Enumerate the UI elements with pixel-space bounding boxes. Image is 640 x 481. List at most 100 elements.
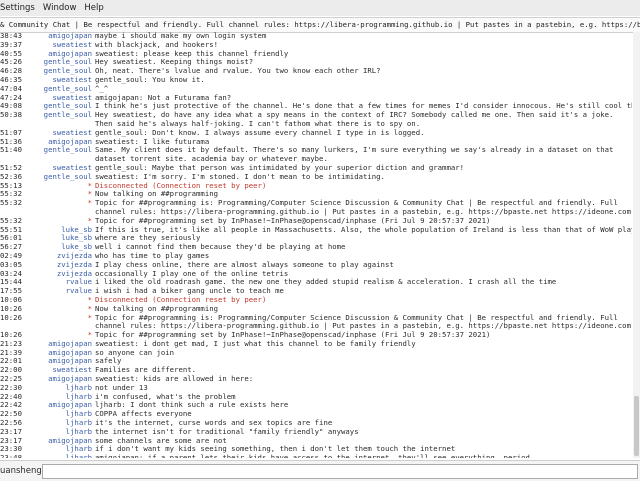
nick[interactable]: ljharb — [22, 410, 95, 419]
chat-line: 46:28]gentle_soulOh, neat. There's lvalu… — [0, 67, 632, 76]
timestamp: 47:04] — [0, 84, 22, 93]
channel-topic: & Community Chat | Be respectful and fri… — [0, 17, 640, 33]
nick[interactable]: rvalue — [22, 278, 95, 287]
timestamp: 23:30] — [0, 445, 22, 454]
nick[interactable]: gentle_soul — [22, 111, 95, 129]
menu-window[interactable]: Window — [39, 3, 81, 13]
nick[interactable]: * — [22, 182, 95, 191]
timestamp: 47:24] — [0, 93, 22, 102]
timestamp: 49:08] — [0, 102, 22, 111]
nick[interactable]: ljharb — [22, 445, 95, 454]
message-text: COPPA affects everyone — [95, 410, 192, 419]
timestamp: 03:24] — [0, 269, 22, 278]
chat-line: 47:04]gentle_soul^_^ — [0, 85, 632, 94]
nick[interactable]: * — [22, 331, 95, 340]
nick[interactable]: gentle_soul — [22, 85, 95, 94]
message-text: gentle_soul: You know it. — [95, 75, 205, 84]
nick[interactable]: zvijezda — [22, 270, 95, 279]
nick[interactable]: gentle_soul — [22, 58, 95, 67]
message-text: Disconnected (Connection reset by peer) — [95, 295, 267, 304]
timestamp: 10:06] — [0, 295, 22, 304]
chat-line: 22:50]ljharbCOPPA affects everyone — [0, 410, 632, 419]
nick[interactable]: sweatiest — [22, 366, 95, 375]
nick[interactable]: ljharb — [22, 419, 95, 428]
timestamp: 55:32] — [0, 216, 22, 225]
nick[interactable]: amigojapan — [22, 401, 95, 410]
timestamp: 38:43] — [0, 32, 22, 40]
message-text: ^_^ — [95, 84, 109, 93]
nick[interactable]: * — [22, 305, 95, 314]
chat-line: 21:39]amigojapanso anyone can join — [0, 349, 632, 358]
message-text: Oh, neat. There's lvalue and rvalue. You… — [95, 67, 381, 76]
nick[interactable]: sweatiest — [22, 41, 95, 50]
chat-line: 10:26]*Topic for ##programming is: Progr… — [0, 314, 632, 332]
nick[interactable]: luke_sb — [22, 234, 95, 243]
nick[interactable]: amigojapan — [22, 32, 95, 41]
chat-line: 51:36]amigojapansweatiest: I like futura… — [0, 138, 632, 147]
message-text: Now talking on ##programming — [95, 304, 219, 313]
nick[interactable]: * — [22, 296, 95, 305]
nick[interactable]: amigojapan — [22, 437, 95, 446]
nick[interactable]: zvijezda — [22, 252, 95, 261]
chat-line: 23:17]ljharbthe internet isn't for tradi… — [0, 428, 632, 437]
nick[interactable]: * — [22, 217, 95, 226]
nick[interactable]: sweatiest — [22, 94, 95, 103]
message-text: maybe i should make my own login system — [95, 32, 267, 40]
timestamp: 52:36] — [0, 172, 22, 181]
scrollbar-thumb[interactable] — [634, 396, 639, 456]
timestamp: 22:25] — [0, 375, 22, 384]
timestamp: 21:23] — [0, 339, 22, 348]
nick[interactable]: amigojapan — [22, 375, 95, 384]
nick[interactable]: amigojapan — [22, 138, 95, 147]
message-text: I think he's just protective of the chan… — [95, 102, 632, 111]
nick[interactable]: luke_sb — [22, 243, 95, 252]
nick[interactable]: amigojapan — [22, 340, 95, 349]
message-text: some channels are some are not — [95, 436, 227, 445]
timestamp: 51:07] — [0, 128, 22, 137]
message-text: gentle_soul: Maybe that person was intim… — [95, 163, 465, 172]
chat-line: 52:36]gentle_soulsweatiest: I'm sorry. I… — [0, 173, 632, 182]
nick[interactable]: * — [22, 199, 95, 217]
timestamp: 22:01] — [0, 357, 22, 366]
message-text: amigojapan: if a parent lets their kids … — [95, 454, 632, 458]
nick[interactable]: sweatiest — [22, 164, 95, 173]
chat-line: 51:07]sweatiestgentle_soul: Don't know. … — [0, 129, 632, 138]
menu-settings[interactable]: Settings — [0, 3, 39, 13]
message-input[interactable] — [42, 463, 638, 479]
nick[interactable]: ljharb — [22, 454, 95, 458]
nickname-button[interactable]: uansheng — [0, 466, 42, 476]
timestamp: 10:26] — [0, 313, 22, 322]
nick[interactable]: amigojapan — [22, 357, 95, 366]
nick[interactable]: ljharb — [22, 428, 95, 437]
timestamp: 55:32] — [0, 199, 22, 208]
menu-help[interactable]: Help — [80, 3, 107, 13]
message-text: Topic for ##programming is: Programming/… — [95, 199, 631, 216]
chat-line: 02:49]zvijezdawho has time to play games — [0, 252, 632, 261]
message-text: sweatiest: please keep this channel frie… — [95, 49, 289, 58]
timestamp: 15:44] — [0, 278, 22, 287]
nick[interactable]: gentle_soul — [22, 67, 95, 76]
nick[interactable]: * — [22, 314, 95, 332]
nick[interactable]: gentle_soul — [22, 102, 95, 111]
chat-line: 22:30]ljharbnot under 13 — [0, 384, 632, 393]
nick[interactable]: amigojapan — [22, 349, 95, 358]
nick[interactable]: sweatiest — [22, 76, 95, 85]
nick[interactable]: zvijezda — [22, 261, 95, 270]
nick[interactable]: sweatiest — [22, 129, 95, 138]
message-text: the internet isn't for traditional "fami… — [95, 427, 359, 436]
message-text: Hey sweatiest, do have any idea what a s… — [95, 111, 614, 128]
chat-line: 03:05]zvijezdaI play chess online, there… — [0, 261, 632, 270]
nick[interactable]: gentle_soul — [22, 146, 95, 164]
message-text: so anyone can join — [95, 348, 175, 357]
timestamp: 22:30] — [0, 383, 22, 392]
nick[interactable]: luke_sb — [22, 226, 95, 235]
nick[interactable]: gentle_soul — [22, 173, 95, 182]
nick[interactable]: ljharb — [22, 384, 95, 393]
chat-line: 03:24]zvijezdaoccasionally I play one of… — [0, 270, 632, 279]
nick[interactable]: amigojapan — [22, 50, 95, 59]
nick[interactable]: rvalue — [22, 287, 95, 296]
chat-line: 50:38]gentle_soulHey sweatiest, do have … — [0, 111, 632, 129]
nick[interactable]: * — [22, 190, 95, 199]
chat-scrollbar[interactable] — [633, 32, 640, 458]
nick[interactable]: ljharb — [22, 393, 95, 402]
